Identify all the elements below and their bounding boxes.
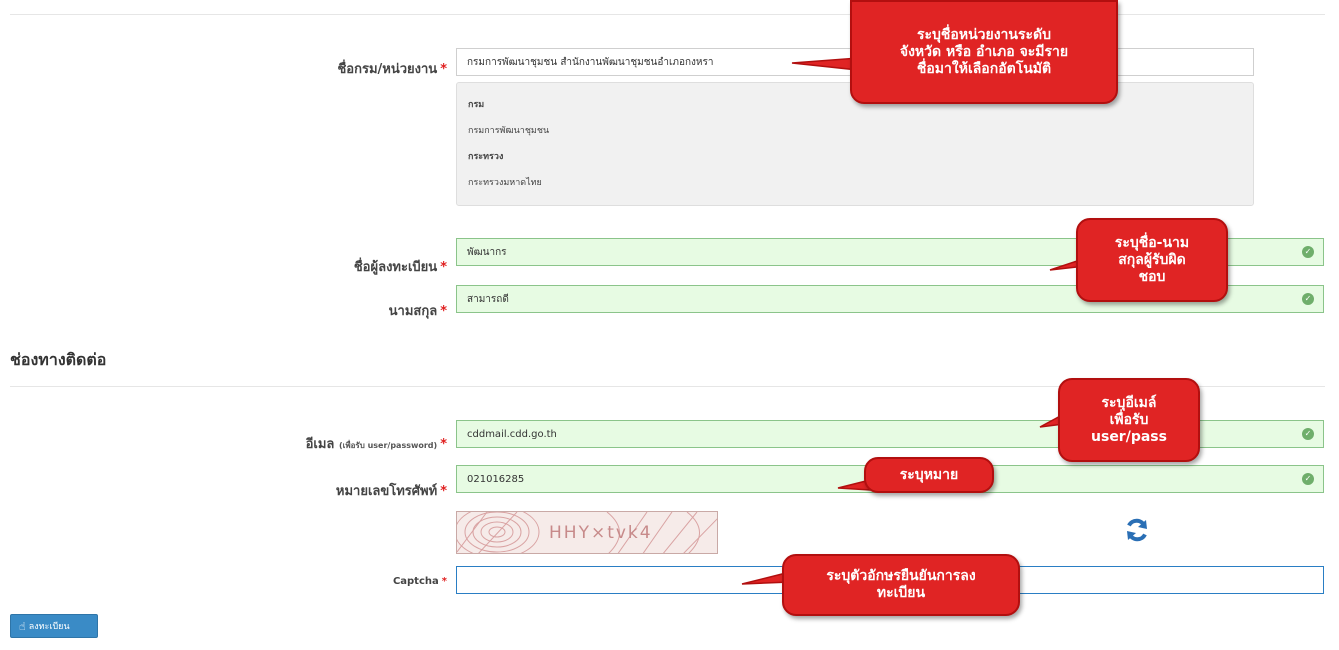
check-circle-icon: ✓	[1302, 246, 1314, 258]
ministry-heading: กระทรวง	[468, 152, 504, 162]
captcha-image: HHY×tvk4	[456, 511, 718, 554]
refresh-icon[interactable]	[1124, 517, 1150, 543]
callout-captcha: ระบุตัวอักษรยืนยันการลง ทะเบียน	[782, 554, 1020, 616]
first-name-value: พัฒนากร	[467, 246, 507, 258]
check-circle-icon: ✓	[1302, 473, 1314, 485]
check-circle-icon: ✓	[1302, 293, 1314, 305]
email-label: อีเมล (เพื่อรับ user/password) *	[305, 437, 447, 452]
dept-value: กรมการพัฒนาชุมชน	[468, 126, 550, 136]
callout-name: ระบุชื่อ-นาม สกุลผู้รับผิด ชอบ	[1076, 218, 1228, 302]
department-value: กรมการพัฒนาชุมชน สำนักงานพัฒนาชุมชนอำเภอ…	[467, 56, 714, 68]
last-name-label: นามสกุล *	[388, 304, 447, 319]
ministry-value: กระทรวงมหาดไทย	[468, 178, 542, 188]
register-button-label: ลงทะเบียน	[28, 622, 70, 632]
register-button[interactable]: ☝ ลงทะเบียน	[10, 614, 98, 638]
phone-value: 021016285	[467, 473, 525, 485]
email-value: cddmail.cdd.go.th	[467, 428, 557, 440]
phone-label: หมายเลขโทรศัพท์ *	[335, 484, 447, 499]
department-label: ชื่อกรม/หน่วยงาน *	[337, 62, 447, 77]
top-divider	[10, 14, 1325, 15]
check-circle-icon: ✓	[1302, 428, 1314, 440]
contact-section-title: ช่องทางติดต่อ	[10, 350, 107, 369]
callout-phone: ระบุหมาย	[864, 457, 994, 493]
last-name-value: สามารถดี	[467, 293, 509, 305]
hand-pointer-icon: ☝	[19, 619, 26, 633]
callout-email: ระบุอีเมล์ เพื่อรับ user/pass	[1058, 378, 1200, 462]
captcha-label: Captcha *	[392, 576, 447, 587]
dept-heading: กรม	[468, 100, 485, 110]
callout-department: ระบุชื่อหน่วยงานระดับ จังหวัด หรือ อำเภอ…	[850, 0, 1118, 104]
first-name-label: ชื่อผู้ลงทะเบียน *	[353, 260, 447, 275]
captcha-text: HHY×tvk4	[549, 523, 653, 543]
